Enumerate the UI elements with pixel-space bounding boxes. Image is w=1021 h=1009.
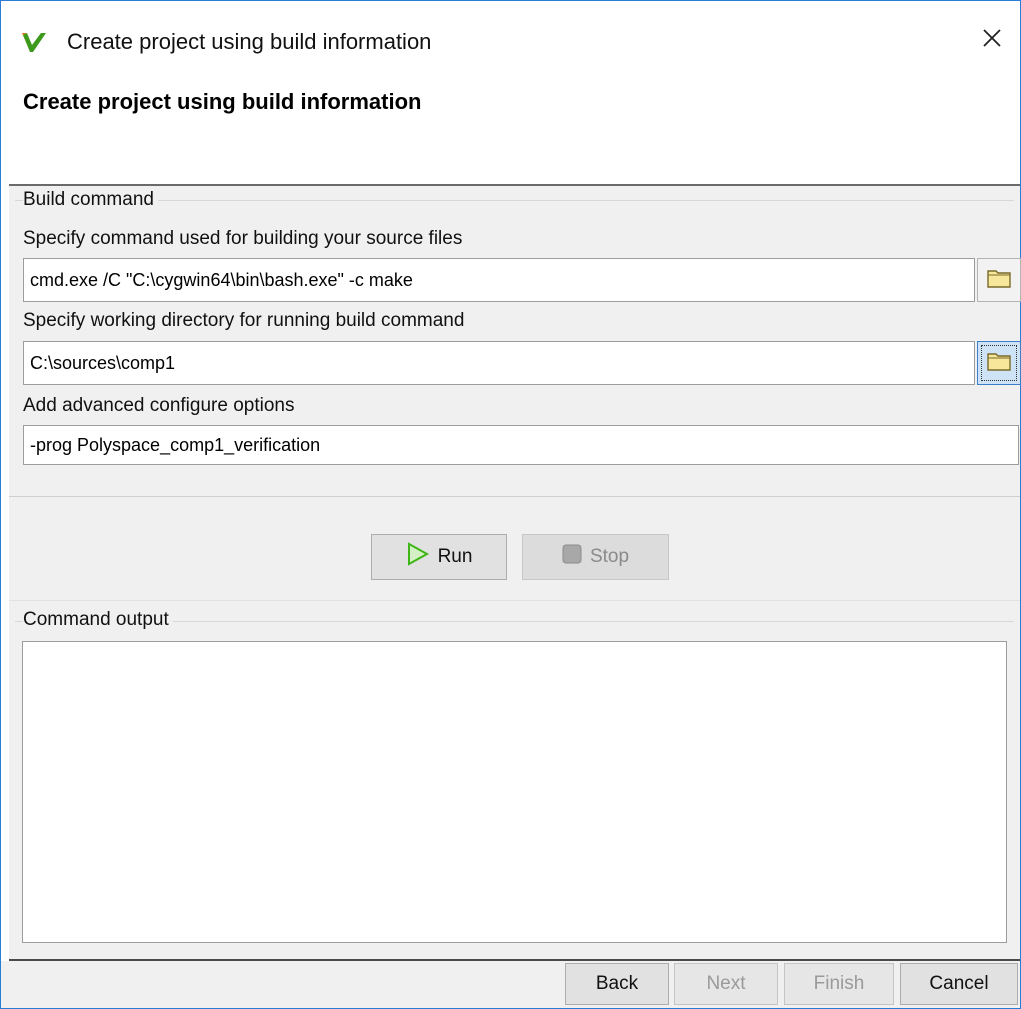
next-button[interactable]: Next [674,963,778,1005]
close-icon [982,28,1002,53]
stop-icon [562,544,582,570]
build-command-input[interactable] [23,258,975,302]
command-label: Specify command used for building your s… [23,228,463,249]
close-button[interactable] [964,15,1020,65]
build-command-group-label: Build command [23,189,158,211]
divider [9,600,1020,601]
folder-icon [986,267,1012,294]
polyspace-v-logo-icon [21,31,47,53]
back-label: Back [595,973,639,994]
footer-bar: Back Next Finish Cancel [1,961,1020,1008]
stop-label: Stop [589,546,630,567]
divider [9,496,1020,497]
window-title: Create project using build information [67,29,432,54]
advanced-options-label: Add advanced configure options [23,395,295,416]
command-output-area[interactable] [22,641,1007,943]
run-button[interactable]: Run [371,534,507,580]
run-label: Run [437,546,473,567]
next-label: Next [706,973,746,994]
cancel-label: Cancel [929,973,989,994]
browse-workdir-button[interactable] [977,341,1021,385]
command-output-group-label: Command output [23,609,173,631]
stop-button[interactable]: Stop [522,534,669,580]
finish-label: Finish [813,973,865,994]
title-bar: Create project using build information [1,1,1020,81]
page-title: Create project using build information [23,89,422,114]
advanced-options-input[interactable] [23,425,1019,465]
dialog-window: Create project using build information C… [0,0,1021,1009]
focus-ring [981,345,1017,381]
group-border [15,200,1014,201]
back-button[interactable]: Back [565,963,669,1005]
finish-button[interactable]: Finish [784,963,894,1005]
working-directory-input[interactable] [23,341,975,385]
play-icon [406,542,430,572]
browse-command-button[interactable] [977,258,1021,302]
cancel-button[interactable]: Cancel [900,963,1018,1005]
content-panel: Build command Specify command used for b… [9,184,1021,961]
workdir-label: Specify working directory for running bu… [23,310,465,331]
